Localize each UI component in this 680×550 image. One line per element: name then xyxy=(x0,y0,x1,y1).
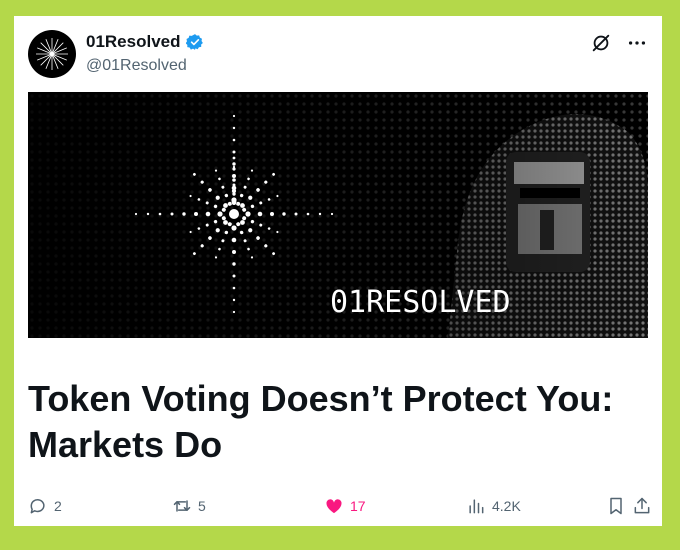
bookmark-icon xyxy=(610,497,622,515)
grok-icon[interactable] xyxy=(590,32,612,54)
repost-count: 5 xyxy=(198,498,206,514)
views-button[interactable]: 4.2K xyxy=(466,494,521,518)
views-icon xyxy=(469,499,484,514)
verified-badge-icon xyxy=(185,34,203,50)
share-icon xyxy=(634,497,650,514)
repost-icon xyxy=(173,500,191,512)
repost-button[interactable]: 5 xyxy=(172,494,206,518)
reply-icon xyxy=(30,499,45,514)
like-icon xyxy=(326,499,342,514)
avatar[interactable] xyxy=(28,30,76,78)
author-name-row[interactable]: 01Resolved xyxy=(86,32,204,52)
top-actions xyxy=(590,32,648,54)
author-name[interactable]: 01Resolved xyxy=(86,32,181,52)
banner-artwork: 01RESOLVED xyxy=(28,92,648,338)
author-handle[interactable]: @01Resolved xyxy=(86,57,187,75)
avatar-logo xyxy=(36,38,68,70)
more-icon[interactable] xyxy=(626,32,648,54)
post-headline: Token Voting Doesn’t Protect You: Market… xyxy=(28,378,614,465)
views-count: 4.2K xyxy=(492,498,521,514)
bookmark-button[interactable] xyxy=(606,494,626,518)
post-actions: 2 5 17 4.2K xyxy=(28,494,650,518)
post-banner-image[interactable]: 01RESOLVED xyxy=(28,92,648,338)
like-count: 17 xyxy=(350,498,366,514)
banner-wordmark: 01RESOLVED xyxy=(330,285,511,320)
reply-button[interactable]: 2 xyxy=(28,494,62,518)
like-button[interactable]: 17 xyxy=(324,494,366,518)
post-card[interactable]: 01Resolved @01Resolved 01RESOLVED Token … xyxy=(14,16,662,526)
share-button[interactable] xyxy=(632,494,652,518)
reply-count: 2 xyxy=(54,498,62,514)
